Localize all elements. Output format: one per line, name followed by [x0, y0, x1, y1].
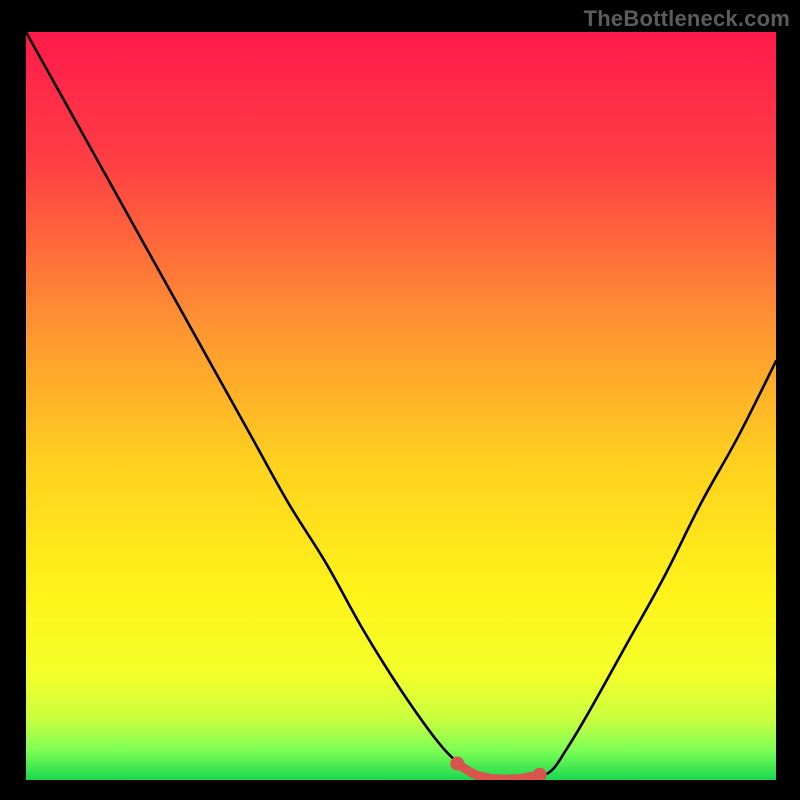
chart-svg	[26, 32, 776, 780]
chart-container: TheBottleneck.com	[0, 0, 800, 800]
watermark-text: TheBottleneck.com	[584, 6, 790, 32]
plot-area	[26, 32, 776, 780]
chart-background	[26, 32, 776, 780]
marker-highlight-start	[450, 757, 464, 771]
